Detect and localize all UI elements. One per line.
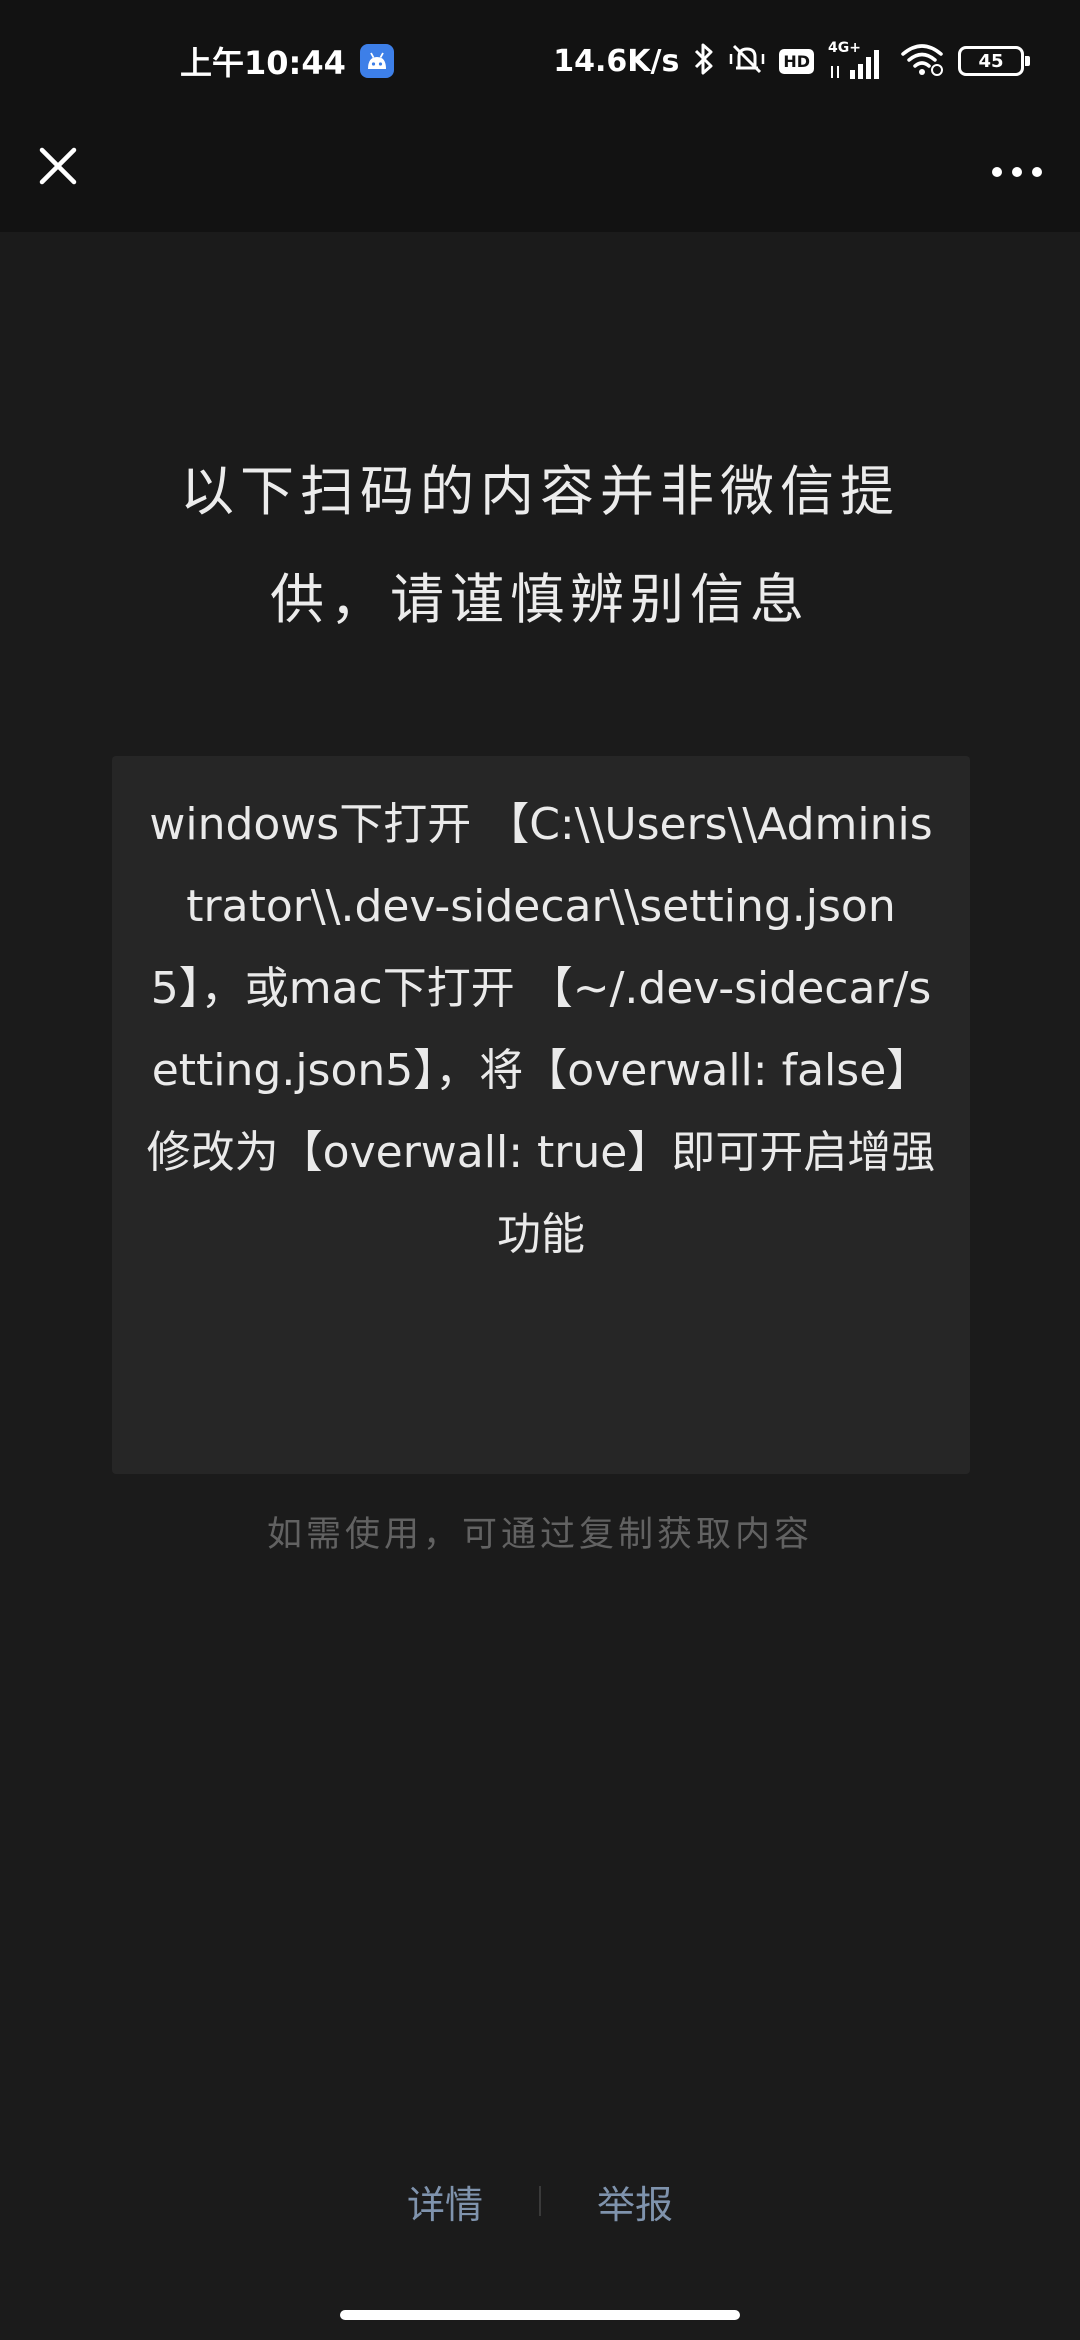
more-icon (992, 167, 1042, 177)
warning-headline-line2: 供，请谨慎辨别信息 (270, 568, 810, 631)
battery-indicator: 45 (958, 46, 1030, 76)
status-bar: 上午10:44 14.6K/s HD 4G+ 45 (0, 0, 1080, 126)
notification-app-icon (359, 44, 394, 78)
warning-headline-line1: 以下扫码的内容并非微信提 (180, 460, 900, 523)
mute-vibrate-icon (729, 42, 765, 80)
report-link[interactable]: 举报 (597, 2174, 673, 2229)
close-button[interactable] (28, 136, 92, 200)
top-nav-bar (0, 126, 1080, 232)
footer-divider (539, 2186, 541, 2216)
hd-badge: HD (779, 48, 814, 74)
warning-headline: 以下扫码的内容并非微信提 供，请谨慎辨别信息 (110, 438, 970, 654)
close-icon (39, 147, 77, 185)
status-right: 14.6K/s HD 4G+ 45 (553, 40, 1030, 82)
copy-hint: 如需使用，可通过复制获取内容 (266, 1515, 813, 1555)
bluetooth-icon (693, 42, 715, 80)
details-link[interactable]: 详情 (407, 2174, 483, 2229)
net-speed: 14.6K/s (553, 43, 680, 79)
wifi-icon (900, 42, 944, 80)
scanned-content-box[interactable]: windows下打开 【C:\\Users\\Administrator\\.d… (112, 756, 970, 1474)
footer-links: 详情 举报 (0, 2174, 1080, 2229)
scanned-content-text[interactable]: windows下打开 【C:\\Users\\Administrator\\.d… (146, 784, 936, 1276)
status-left: 上午10:44 (180, 40, 394, 82)
more-options-button[interactable] (984, 136, 1050, 200)
signal-strength-icon: 4G+ (828, 40, 886, 80)
status-time: 上午10:44 (180, 44, 346, 82)
home-indicator[interactable] (340, 2310, 740, 2320)
